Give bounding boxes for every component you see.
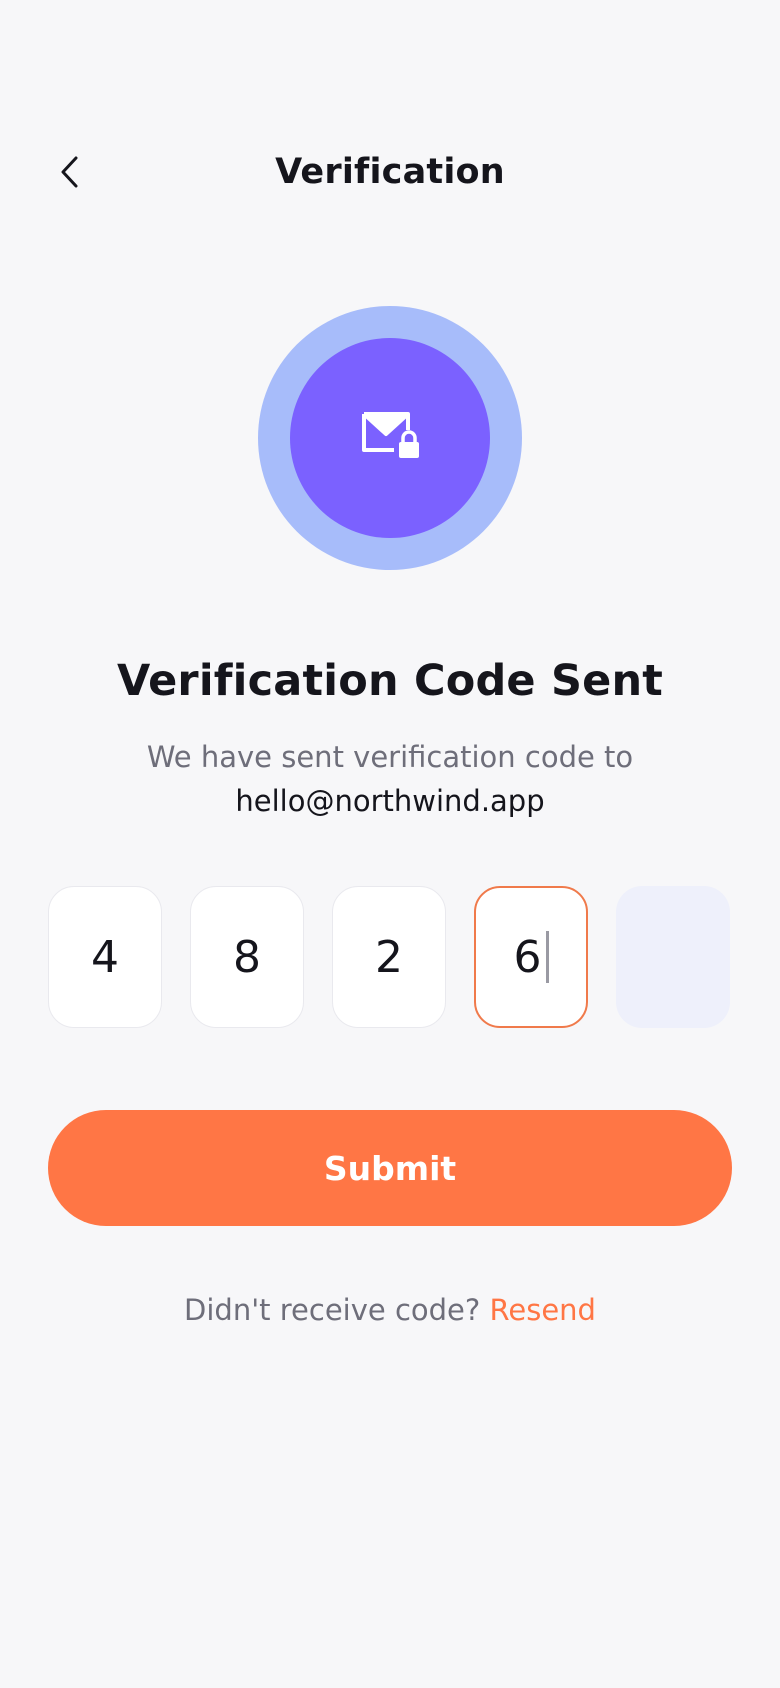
code-digit-value: 4 <box>91 931 119 983</box>
code-digit-value: 2 <box>375 931 403 983</box>
header: Verification <box>0 130 780 220</box>
code-digit-1[interactable]: 4 <box>48 886 162 1028</box>
resend-link[interactable]: Resend <box>490 1293 596 1327</box>
code-digit-active-wrap: 6 <box>514 931 549 983</box>
subtitle: We have sent verification code to <box>146 740 634 774</box>
hero-icon-outer-ring <box>258 306 522 570</box>
page-title: Verification <box>275 152 505 192</box>
submit-button[interactable]: Submit <box>48 1110 732 1226</box>
code-digit-4[interactable]: 6 <box>474 886 588 1028</box>
code-digit-value: 6 <box>513 931 542 983</box>
verification-screen: Verification Verification Code Sent We h… <box>0 0 780 1688</box>
email-address: hello@northwind.app <box>235 784 545 818</box>
code-digit-5[interactable] <box>616 886 730 1028</box>
resend-prompt: Didn't receive code? <box>184 1293 490 1327</box>
hero-icon-circle <box>290 338 490 538</box>
text-caret <box>545 931 549 983</box>
heading: Verification Code Sent <box>116 656 664 706</box>
code-digit-2[interactable]: 8 <box>190 886 304 1028</box>
mail-lock-icon <box>358 408 422 468</box>
code-input-row: 4 8 2 6 <box>48 886 732 1030</box>
resend-row: Didn't receive code? Resend <box>0 1293 780 1327</box>
code-digit-value: 8 <box>233 931 261 983</box>
code-digit-3[interactable]: 2 <box>332 886 446 1028</box>
